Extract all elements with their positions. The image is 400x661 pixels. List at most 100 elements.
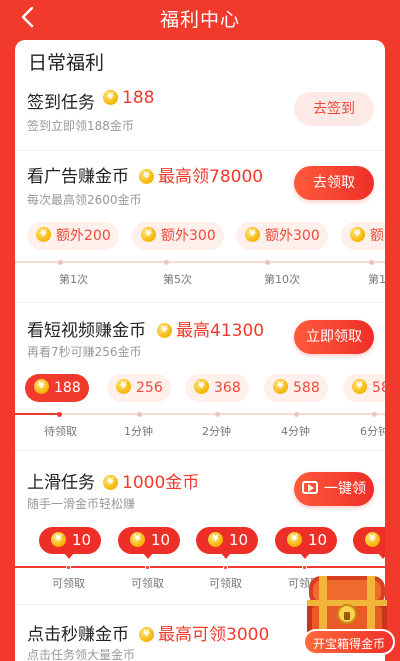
progress-dot	[369, 260, 374, 265]
tick-label: 2分钟	[202, 425, 231, 438]
pill-label: 额	[370, 228, 384, 244]
coin-icon	[208, 532, 223, 547]
ad-task-subtitle: 每次最高领2600金币	[27, 193, 142, 207]
pill-label: 256	[136, 380, 163, 396]
swipe-reward-bubble[interactable]: 10	[39, 527, 101, 559]
coin-icon	[139, 169, 154, 184]
ad-task-title: 看广告赚金币	[27, 167, 129, 187]
click-task-subtitle: 点击任务领大量金币	[27, 648, 136, 661]
pill-label: 188	[54, 380, 81, 396]
coin-icon	[352, 379, 367, 394]
progress-dot	[137, 412, 142, 417]
coin-icon	[116, 379, 131, 394]
coin-icon	[141, 227, 156, 242]
ad-bonus-pill[interactable]: 额	[341, 222, 385, 250]
video-task-title: 看短视频赚金币	[27, 321, 146, 341]
click-task-title: 点击秒赚金币	[27, 625, 129, 645]
top-bar: 福利中心	[0, 0, 400, 34]
progress-dot	[58, 260, 63, 265]
click-task-reward-value: 最高可领3000	[158, 625, 270, 645]
tick-label: 待领取	[44, 425, 77, 438]
progress-dot	[372, 412, 377, 417]
progress-dot	[164, 260, 169, 265]
coin-icon	[103, 475, 118, 490]
coin-icon	[350, 227, 365, 242]
video-task-reward: 最高41300	[157, 316, 264, 341]
swipe-reward-bubble[interactable]: 10	[118, 527, 180, 559]
page-title: 福利中心	[159, 9, 240, 31]
swipe-reward-bubble[interactable]: 10	[275, 527, 337, 559]
sign-in-reward-value: 188	[122, 88, 155, 108]
ad-bonus-pill[interactable]: 额外300	[132, 222, 224, 250]
ad-task-reward: 最高领78000	[139, 162, 263, 187]
tick-label: 第1次	[59, 273, 88, 286]
progress-dot	[223, 565, 228, 570]
video-play-icon	[302, 481, 318, 494]
video-progress-track	[15, 413, 385, 415]
coin-icon	[365, 532, 380, 547]
tick-label: 可领取	[131, 577, 164, 590]
video-task-reward-value: 最高41300	[176, 321, 265, 341]
coin-icon	[34, 379, 49, 394]
ad-bonus-pill[interactable]: 额外300	[236, 222, 328, 250]
click-task-reward: 最高可领3000	[139, 620, 269, 645]
pill-label: 额外300	[161, 228, 216, 244]
swipe-task-button[interactable]: 一键领	[294, 472, 374, 506]
tick-label: 6分钟	[360, 425, 385, 438]
swipe-task-button-label: 一键领	[324, 481, 366, 497]
divider	[15, 450, 385, 451]
sign-in-subtitle: 签到立即领188金币	[27, 119, 134, 133]
progress-dot	[145, 565, 150, 570]
tick-label: 第5次	[163, 273, 192, 286]
swipe-reward-bubble[interactable]: 10	[196, 527, 258, 559]
sign-in-title: 签到任务	[27, 93, 95, 113]
pill-label: 588	[293, 380, 320, 396]
divider	[15, 150, 385, 151]
ad-progress-track	[15, 261, 385, 263]
video-reward-pill[interactable]: 368	[185, 374, 249, 402]
bubble-label: 10	[229, 531, 249, 549]
swipe-reward-bubble[interactable]: 10	[353, 527, 385, 559]
pill-label: 额外300	[265, 228, 320, 244]
pill-label: 额外200	[56, 228, 111, 244]
tick-label: 第1	[368, 273, 385, 286]
ad-bonus-pill[interactable]: 额外200	[27, 222, 119, 250]
video-reward-pill[interactable]: 256	[107, 374, 171, 402]
tick-label: 可领取	[209, 577, 242, 590]
sign-in-reward: 188	[103, 88, 154, 108]
coin-icon	[36, 227, 51, 242]
coin-icon	[194, 379, 209, 394]
open-chest-button[interactable]: 开宝箱得金币	[303, 629, 395, 655]
tick-label: 1分钟	[124, 425, 153, 438]
coin-icon	[103, 90, 118, 105]
progress-dot	[294, 412, 299, 417]
video-task-button[interactable]: 立即领取	[294, 320, 374, 354]
tick-label: 可领取	[52, 577, 85, 590]
bubble-label: 10	[151, 531, 171, 549]
progress-dot	[265, 260, 270, 265]
tick-label: 4分钟	[281, 425, 310, 438]
ad-task-button[interactable]: 去领取	[294, 166, 374, 200]
ad-task-reward-value: 最高领78000	[158, 167, 264, 187]
coin-icon	[157, 323, 172, 338]
swipe-task-subtitle: 随手一滑金币轻松赚	[27, 497, 136, 511]
video-reward-pill[interactable]: 58	[343, 374, 385, 402]
coin-icon	[287, 532, 302, 547]
video-reward-pill[interactable]: 588	[264, 374, 328, 402]
coin-icon	[245, 227, 260, 242]
swipe-task-title: 上滑任务	[27, 473, 95, 493]
pill-label: 58	[372, 380, 385, 396]
divider	[15, 302, 385, 303]
pill-label: 368	[214, 380, 241, 396]
bubble-label: 10	[308, 531, 328, 549]
swipe-task-reward-value: 1000金币	[122, 473, 200, 493]
progress-dot	[215, 412, 220, 417]
coin-icon	[139, 627, 154, 642]
video-reward-pill-active[interactable]: 188	[25, 374, 89, 402]
video-progress-fill	[15, 413, 59, 415]
coin-icon	[51, 532, 66, 547]
progress-dot	[66, 565, 71, 570]
sign-in-button[interactable]: 去签到	[294, 92, 374, 126]
coin-icon	[130, 532, 145, 547]
swipe-task-reward: 1000金币	[103, 468, 199, 493]
